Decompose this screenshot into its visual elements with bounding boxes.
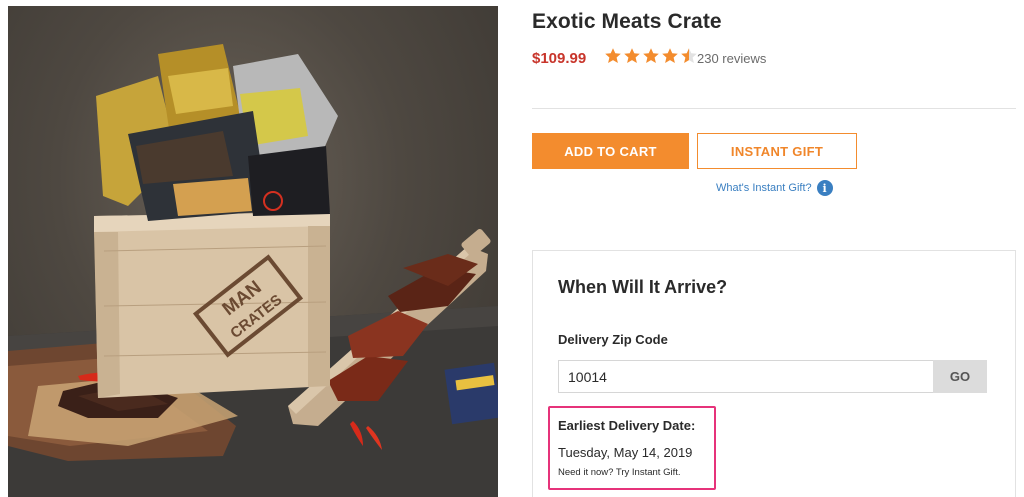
star-icon — [624, 48, 640, 63]
product-title: Exotic Meats Crate — [532, 10, 722, 33]
whats-instant-gift-label: What's Instant Gift? — [716, 182, 812, 194]
zip-code-label: Delivery Zip Code — [558, 332, 668, 347]
info-icon[interactable]: i — [816, 180, 833, 196]
add-to-cart-button[interactable]: ADD TO CART — [532, 133, 689, 169]
earliest-delivery-date: Tuesday, May 14, 2019 — [558, 445, 693, 460]
star-icon — [643, 48, 659, 63]
go-button[interactable]: GO — [933, 360, 987, 393]
need-it-now-text: Need it now? Try Instant Gift. — [558, 467, 681, 478]
product-price: $109.99 — [532, 50, 587, 67]
reviews-count-link[interactable]: 230 reviews — [697, 51, 766, 66]
earliest-delivery-label: Earliest Delivery Date: — [558, 418, 696, 433]
star-icon — [605, 48, 621, 63]
product-image: MAN CRATES — [8, 6, 498, 497]
rating-stars — [604, 47, 698, 65]
star-icon — [662, 48, 678, 63]
whats-instant-gift-link[interactable]: What's Instant Gift? i — [716, 180, 833, 196]
instant-gift-button[interactable]: INSTANT GIFT — [697, 133, 857, 169]
section-divider — [532, 108, 1016, 109]
star-icon — [681, 48, 697, 63]
delivery-heading: When Will It Arrive? — [558, 277, 728, 297]
zip-code-input[interactable] — [558, 360, 934, 393]
